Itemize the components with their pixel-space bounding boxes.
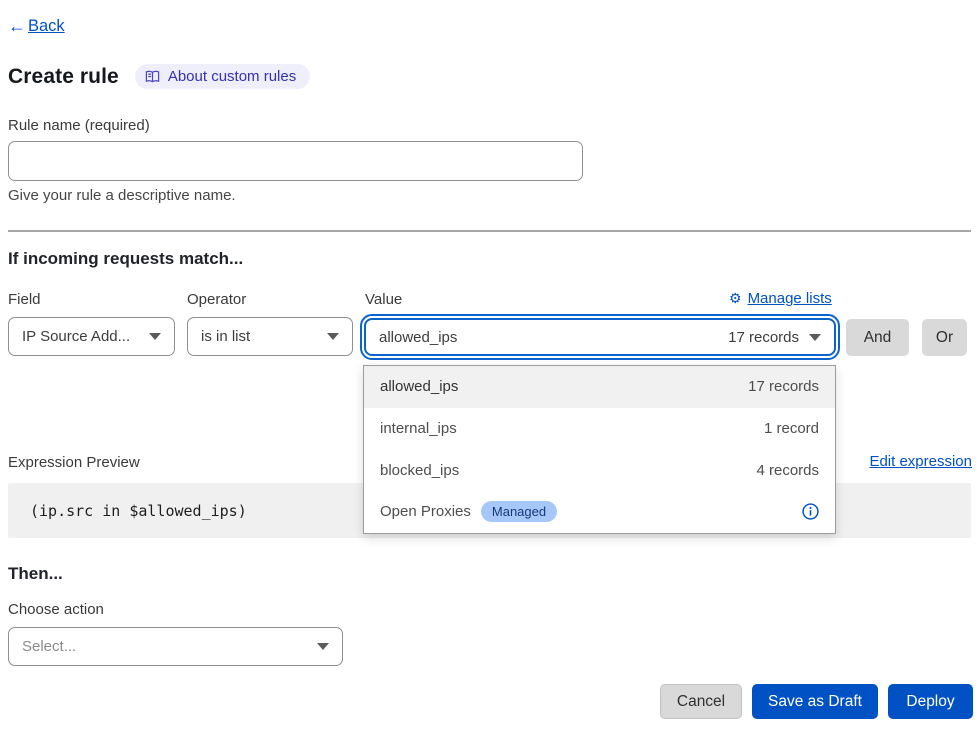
rule-name-label: Rule name (required)	[8, 117, 150, 134]
cancel-button[interactable]: Cancel	[660, 684, 742, 719]
manage-lists-label: Manage lists	[748, 290, 832, 307]
value-select-value: allowed_ips	[379, 329, 457, 346]
action-select[interactable]: Select...	[8, 627, 343, 666]
chevron-down-icon	[317, 643, 329, 650]
chevron-down-icon	[149, 333, 161, 340]
gear-icon: ⚙	[729, 290, 742, 307]
list-option-record-count: 1 record	[764, 420, 819, 437]
and-button[interactable]: And	[846, 319, 909, 356]
section-divider	[8, 230, 971, 232]
list-option-name: allowed_ips	[380, 378, 458, 395]
field-label: Field	[8, 291, 41, 308]
rule-name-input[interactable]	[8, 141, 583, 181]
list-option-blocked-ips[interactable]: blocked_ips 4 records	[364, 449, 835, 491]
operator-select-value: is in list	[201, 328, 317, 345]
list-option-record-count: 4 records	[756, 462, 819, 479]
list-option-open-proxies[interactable]: Open Proxies Managed	[364, 491, 835, 533]
list-option-name: blocked_ips	[380, 462, 459, 479]
expression-preview-label: Expression Preview	[8, 454, 140, 471]
manage-lists-link[interactable]: ⚙ Manage lists	[729, 290, 832, 307]
action-select-placeholder: Select...	[22, 638, 307, 655]
page-header: Create rule About custom rules	[8, 64, 310, 89]
managed-badge: Managed	[481, 501, 557, 522]
list-option-allowed-ips[interactable]: allowed_ips 17 records	[364, 366, 835, 408]
list-option-name: internal_ips	[380, 420, 457, 437]
page-title: Create rule	[8, 65, 119, 89]
field-select[interactable]: IP Source Add...	[8, 317, 175, 356]
back-link-label: Back	[28, 17, 65, 36]
list-dropdown-menu: allowed_ips 17 records internal_ips 1 re…	[363, 365, 836, 534]
info-icon[interactable]	[802, 503, 819, 520]
match-section-heading: If incoming requests match...	[8, 249, 243, 269]
value-select[interactable]: allowed_ips 17 records	[364, 318, 836, 356]
choose-action-label: Choose action	[8, 601, 104, 618]
book-icon	[145, 70, 160, 84]
rule-name-helper-text: Give your rule a descriptive name.	[8, 187, 236, 204]
about-custom-rules-link[interactable]: About custom rules	[135, 64, 310, 89]
operator-label: Operator	[187, 291, 246, 308]
back-link[interactable]: ←Back	[8, 16, 65, 37]
value-label: Value	[365, 291, 402, 308]
field-select-value: IP Source Add...	[22, 328, 139, 345]
edit-expression-link[interactable]: Edit expression	[869, 453, 972, 470]
list-option-record-count: 17 records	[748, 378, 819, 395]
back-arrow-icon: ←	[8, 16, 26, 37]
save-as-draft-button[interactable]: Save as Draft	[752, 684, 878, 719]
or-button[interactable]: Or	[922, 319, 967, 356]
list-option-name: Open Proxies	[380, 503, 471, 520]
expression-code: (ip.src in $allowed_ips)	[30, 502, 247, 520]
operator-select[interactable]: is in list	[187, 317, 353, 356]
about-custom-rules-label: About custom rules	[168, 68, 296, 85]
list-option-internal-ips[interactable]: internal_ips 1 record	[364, 408, 835, 450]
value-select-records: 17 records	[728, 329, 799, 346]
chevron-down-icon	[327, 333, 339, 340]
deploy-button[interactable]: Deploy	[888, 684, 973, 719]
chevron-down-icon	[809, 334, 821, 341]
then-section-heading: Then...	[8, 564, 63, 584]
